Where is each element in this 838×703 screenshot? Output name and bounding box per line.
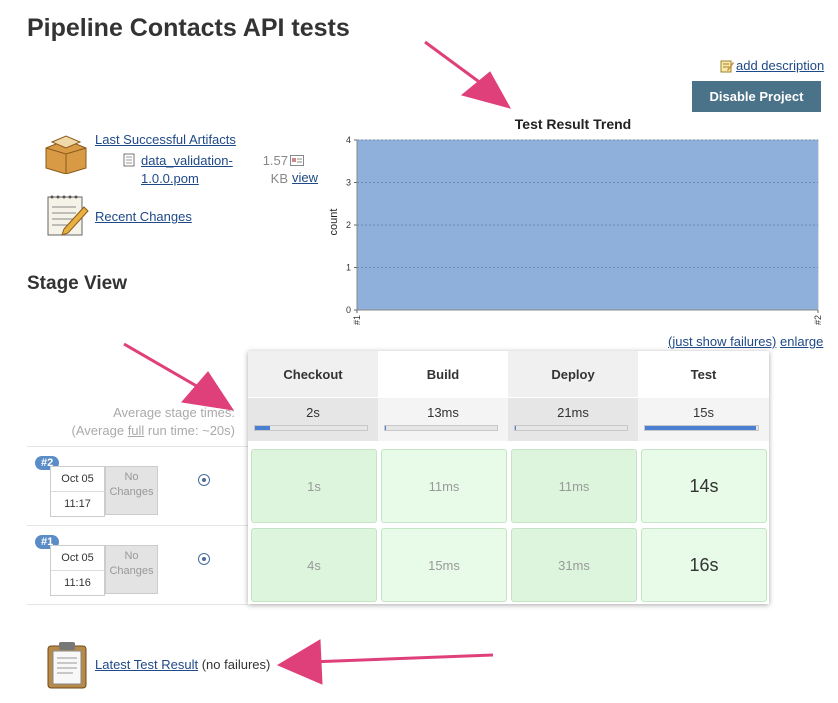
annotation-arrow-shaft xyxy=(424,40,483,86)
annotation-arrow-shaft xyxy=(123,342,201,390)
annotation-arrows xyxy=(123,40,512,685)
annotation-arrowhead xyxy=(181,371,235,411)
annotation-arrowhead xyxy=(460,71,512,109)
annotation-arrow-shaft xyxy=(309,653,494,664)
annotation-arrowhead xyxy=(276,639,323,685)
